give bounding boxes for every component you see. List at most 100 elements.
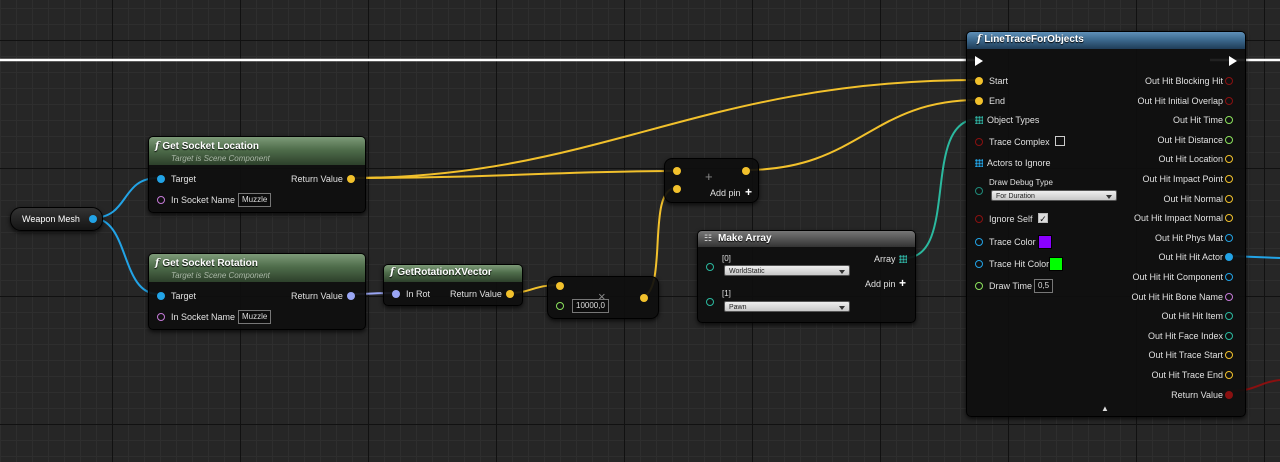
xvector-return-pin[interactable]	[506, 290, 514, 298]
weapon-mesh-label: Weapon Mesh	[22, 214, 80, 224]
add-symbol: +	[705, 169, 713, 184]
start-label: Start	[989, 76, 1009, 86]
trace-color-label: Trace Color	[989, 237, 1036, 247]
weapon-mesh-output-pin[interactable]	[89, 215, 97, 223]
trace-color-swatch[interactable]	[1038, 235, 1052, 249]
get-socket-rotation-node[interactable]: f Get Socket Rotation Target is Scene Com…	[148, 253, 366, 330]
array-output-pin[interactable]	[899, 255, 907, 263]
output-label: Out Hit Distance	[1157, 134, 1223, 145]
output-pin[interactable]	[1225, 214, 1233, 223]
array-item0-dropdown[interactable]: WorldStatic	[724, 265, 850, 276]
get-socket-rotation-title: Get Socket Rotation	[162, 258, 258, 269]
output-label: Out Hit Hit Bone Name	[1131, 291, 1223, 302]
draw-time-input[interactable]: 0,5	[1034, 279, 1054, 293]
location-return-label: Return Value	[291, 174, 343, 184]
get-socket-location-title-wrap: f Get Socket Location	[155, 141, 259, 152]
exec-output-pin[interactable]	[1229, 56, 1237, 66]
rotation-return-pin[interactable]	[347, 292, 355, 300]
make-array-node[interactable]: ☷ Make Array [0] WorldStatic [1] Pawn Ar…	[697, 230, 916, 323]
output-pin[interactable]	[1225, 331, 1233, 340]
exec-input-pin[interactable]	[975, 56, 983, 66]
draw-debug-type-pin[interactable]	[975, 187, 983, 195]
add-pin-plus-icon[interactable]: +	[745, 185, 752, 199]
add-input-b-pin[interactable]	[673, 185, 681, 193]
ignore-self-checkbox[interactable]: ✓	[1038, 213, 1048, 224]
output-pin[interactable]	[1225, 175, 1233, 183]
xvector-in-rot-pin[interactable]	[392, 290, 400, 298]
add-output-pin[interactable]	[742, 167, 750, 175]
draw-debug-type-dropdown[interactable]: For Duration	[991, 190, 1117, 201]
array-item1-pin[interactable]	[706, 298, 714, 306]
output-label: Out Hit Blocking Hit	[1144, 76, 1223, 86]
multiply-value-input[interactable]: 10000,0	[572, 299, 609, 313]
trace-complex-label: Trace Complex	[989, 137, 1050, 147]
collapse-arrow-icon[interactable]: ▲	[1101, 404, 1109, 413]
output-pin[interactable]	[1225, 371, 1233, 379]
output-label: Out Hit Hit Item	[1161, 311, 1223, 322]
output-label: Out Hit Impact Point	[1142, 174, 1223, 184]
ignore-self-pin[interactable]	[975, 215, 983, 223]
draw-debug-type-label: Draw Debug Type	[989, 178, 1053, 187]
make-array-add-pin-label[interactable]: Add pin	[865, 279, 896, 289]
end-label: End	[989, 96, 1006, 106]
weapon-mesh-node[interactable]: Weapon Mesh	[10, 207, 103, 231]
trace-complex-checkbox[interactable]	[1055, 136, 1065, 146]
trace-color-pin[interactable]	[975, 238, 983, 246]
output-pin[interactable]	[1225, 194, 1233, 203]
output-pin[interactable]	[1225, 116, 1233, 125]
line-trace-for-objects-node[interactable]: f LineTraceForObjects Start End Object Ty…	[966, 31, 1246, 417]
output-label: Out Hit Trace End	[1151, 370, 1223, 380]
get-socket-rotation-title-wrap: f Get Socket Rotation	[155, 258, 258, 269]
chevron-down-icon	[1106, 195, 1112, 199]
multiply-input-a-pin[interactable]	[556, 282, 564, 290]
rotation-socket-name-pin[interactable]	[157, 313, 165, 321]
array-item1-dropdown[interactable]: Pawn	[724, 301, 850, 312]
object-types-pin[interactable]	[975, 116, 983, 124]
multiply-output-pin[interactable]	[640, 294, 648, 302]
trace-hit-color-swatch[interactable]	[1049, 257, 1063, 271]
trace-hit-color-pin[interactable]	[975, 260, 983, 268]
output-pin[interactable]	[1225, 390, 1233, 399]
multiply-input-b-pin[interactable]	[556, 302, 564, 310]
output-pin[interactable]	[1225, 292, 1233, 301]
function-icon: f	[155, 258, 160, 269]
output-pin[interactable]	[1225, 155, 1233, 164]
output-pin[interactable]	[1225, 351, 1233, 360]
draw-time-pin[interactable]	[975, 282, 983, 290]
output-label: Out Hit Hit Actor	[1158, 252, 1223, 263]
location-socket-name-input[interactable]: Muzzle	[238, 193, 272, 207]
add-input-a-pin[interactable]	[673, 167, 681, 175]
output-label: Out Hit Location	[1158, 154, 1223, 165]
output-label: Out Hit Initial Overlap	[1137, 95, 1223, 106]
location-target-pin[interactable]	[157, 175, 165, 183]
output-label: Out Hit Impact Normal	[1133, 213, 1223, 224]
location-socket-name-pin[interactable]	[157, 196, 165, 204]
output-pin[interactable]	[1225, 253, 1233, 262]
output-pin[interactable]	[1225, 96, 1233, 105]
rotation-socket-name-label: In Socket Name	[171, 312, 236, 322]
rotation-socket-name-input[interactable]: Muzzle	[238, 310, 272, 324]
output-pin[interactable]	[1225, 77, 1233, 85]
end-pin[interactable]	[975, 97, 983, 105]
get-socket-location-node[interactable]: f Get Socket Location Target is Scene Com…	[148, 136, 366, 213]
array-item0-pin[interactable]	[706, 263, 714, 271]
chevron-down-icon	[839, 270, 845, 274]
rotation-target-label: Target	[171, 291, 197, 301]
make-array-add-pin-plus-icon[interactable]: +	[899, 276, 906, 290]
trace-complex-pin[interactable]	[975, 138, 983, 146]
location-target-label: Target	[171, 174, 197, 184]
get-rotation-x-vector-node[interactable]: f GetRotationXVector In Rot Return Value	[383, 264, 523, 306]
location-return-pin[interactable]	[347, 175, 355, 183]
get-socket-rotation-subtitle: Target is Scene Component	[171, 271, 270, 280]
rotation-target-pin[interactable]	[157, 292, 165, 300]
actors-to-ignore-label: Actors to Ignore	[987, 158, 1051, 168]
add-node[interactable]: + Add pin +	[664, 158, 759, 203]
output-pin[interactable]	[1225, 233, 1233, 242]
multiply-node[interactable]: × 10000,0	[547, 276, 659, 319]
output-pin[interactable]	[1225, 135, 1233, 144]
add-pin-label[interactable]: Add pin	[710, 188, 741, 198]
actors-to-ignore-pin[interactable]	[975, 159, 983, 167]
output-pin[interactable]	[1225, 273, 1233, 281]
output-pin[interactable]	[1225, 312, 1233, 321]
start-pin[interactable]	[975, 77, 983, 85]
